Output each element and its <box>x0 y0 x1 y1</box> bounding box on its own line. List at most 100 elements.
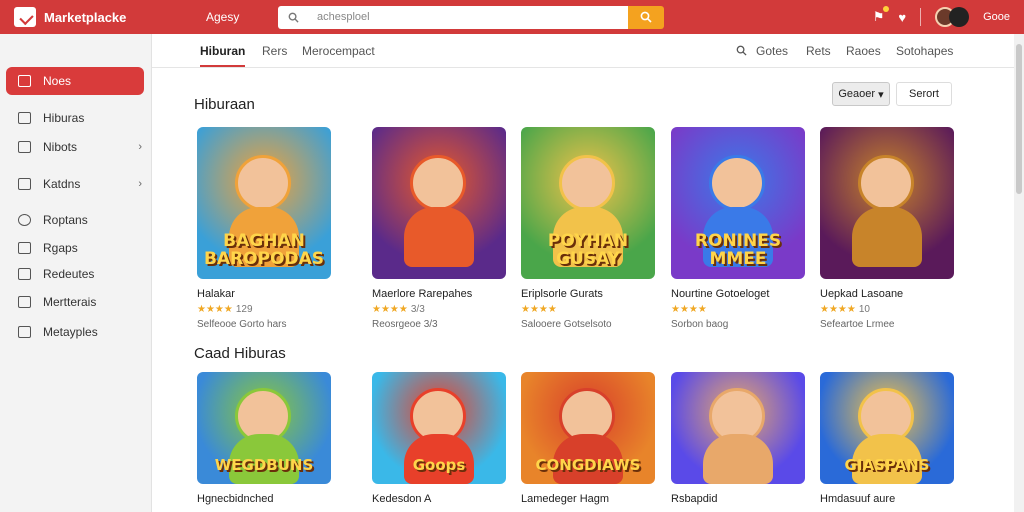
game-thumbnail[interactable] <box>372 127 506 279</box>
game-title[interactable]: Maerlore Rarepahes <box>372 288 506 300</box>
game-thumbnail[interactable]: BAGHAN BAROPODAS <box>197 127 331 279</box>
star-icons: ★★★★ <box>197 304 233 315</box>
game-title[interactable]: Halakar <box>197 288 331 300</box>
game-title[interactable]: Nourtine Gotoeloget <box>671 288 805 300</box>
game-thumbnail[interactable] <box>820 127 954 279</box>
game-thumbnail[interactable]: CONGDIAWS <box>521 372 655 484</box>
tab-rers[interactable]: Rers <box>262 44 287 58</box>
logo[interactable]: Marketplacke <box>14 7 184 27</box>
sidebar-item-active[interactable]: Noes <box>6 67 144 95</box>
character-illustration <box>559 155 615 211</box>
game-card[interactable]: POYHAN GUSAY Eriplsorle Gurats ★★★★ Salooer… <box>521 127 655 330</box>
heart-icon[interactable]: ♥ <box>898 10 906 25</box>
tab-gotes[interactable]: Gotes <box>756 44 788 58</box>
game-meta: Selfeooe Gorto hars <box>197 319 287 330</box>
home-icon <box>18 296 31 308</box>
sidebar-item[interactable]: Rgaps <box>18 241 142 255</box>
game-logo-text: POYHAN GUSAY <box>547 231 629 270</box>
game-title[interactable]: Hgnecbidnched <box>197 493 331 505</box>
game-title[interactable]: Eriplsorle Gurats <box>521 288 655 300</box>
game-logo-text: BAGHAN BAROPODAS <box>203 231 325 270</box>
sidebar-item[interactable]: Nibots › <box>18 140 142 154</box>
game-logo-text: Goops <box>412 456 466 475</box>
sidebar-item-label: Mertterais <box>43 295 97 309</box>
logo-text: Marketplacke <box>44 9 127 25</box>
sidebar-item-label: Metayples <box>43 325 98 339</box>
avatar-secondary[interactable] <box>949 7 970 27</box>
sidebar-item-label: Roptans <box>43 213 88 227</box>
agency-link[interactable]: Agesy <box>206 10 260 24</box>
game-card[interactable]: RONINES MMEE Nourtine Gotoeloget ★★★★ Sorbo… <box>671 127 805 330</box>
game-title[interactable]: Hmdasuuf aure <box>820 493 954 505</box>
game-card[interactable]: Maerlore Rarepahes ★★★★ 3/3 Reosrgeoe 3/3 <box>372 127 506 330</box>
game-title[interactable]: Kedesdon A <box>372 493 506 505</box>
sidebar-item[interactable]: Katdns › <box>18 177 142 191</box>
scrollbar[interactable] <box>1014 34 1024 512</box>
game-title[interactable]: Rsbapdid <box>671 493 805 505</box>
tab-rets[interactable]: Rets <box>806 44 831 58</box>
sidebar-item[interactable]: Roptans <box>18 213 142 227</box>
tab-sotohapes[interactable]: Sotohapes <box>896 44 953 58</box>
game-card[interactable]: WEGDBUNS Hgnecbidnched <box>197 372 331 505</box>
game-thumbnail[interactable]: RONINES MMEE <box>671 127 805 279</box>
game-logo-text: RONINES MMEE <box>694 231 782 270</box>
tab-raoes[interactable]: Raoes <box>846 44 881 58</box>
game-logo-text: WEGDBUNS <box>214 456 314 475</box>
sidebar-item[interactable]: Metayples <box>18 325 142 339</box>
search-button[interactable] <box>628 5 664 29</box>
section-title: Hiburaan <box>194 96 255 113</box>
game-thumbnail[interactable]: POYHAN GUSAY <box>521 127 655 279</box>
game-card[interactable]: Goops Kedesdon A <box>372 372 506 505</box>
sidebar-item[interactable]: Mertterais <box>18 295 142 309</box>
search-icon <box>288 12 299 23</box>
star-icons: ★★★★ <box>521 304 557 315</box>
tab-merocempact[interactable]: Merocempact <box>302 44 375 58</box>
rating-stars: ★★★★ 129 <box>197 304 331 315</box>
game-card[interactable]: Rsbapdid <box>671 372 805 505</box>
circle-icon <box>18 214 31 226</box>
game-meta: Sefeartoe Lrmee <box>820 319 895 330</box>
sort-label: Geaoer <box>838 88 876 100</box>
sidebar-item[interactable]: Redeutes <box>18 267 142 281</box>
game-thumbnail[interactable] <box>671 372 805 484</box>
rating-stars: ★★★★ <box>521 304 655 315</box>
user-name[interactable]: Gooe <box>983 11 1010 23</box>
search-placeholder: achesploel <box>317 11 370 23</box>
search-button-secondary[interactable]: Serort <box>896 82 952 106</box>
scrollbar-thumb[interactable] <box>1016 44 1022 194</box>
tab-hiburan[interactable]: Hiburan <box>200 44 246 67</box>
flag-icon[interactable]: ⚑ <box>873 6 890 25</box>
star-icons: ★★★★ <box>820 304 856 315</box>
section-title-2: Caad Hiburas <box>194 345 286 362</box>
character-illustration <box>410 155 466 211</box>
character-body <box>404 207 474 267</box>
sidebar-item-label: Noes <box>43 74 72 88</box>
rating-count: 3/3 <box>410 304 425 315</box>
game-thumbnail[interactable]: Goops <box>372 372 506 484</box>
game-card[interactable]: GIASPANS Hmdasuuf aure <box>820 372 954 505</box>
search-icon[interactable] <box>736 45 747 56</box>
rating-stars: ★★★★ 3/3 <box>372 304 506 315</box>
game-thumbnail[interactable]: GIASPANS <box>820 372 954 484</box>
game-card[interactable]: CONGDIAWS Lamedeger Hagm <box>521 372 655 505</box>
doc-icon <box>18 141 31 153</box>
rating-count: 129 <box>235 304 253 315</box>
game-title[interactable]: Uepkad Lasoane <box>820 288 954 300</box>
marketplace-logo-icon <box>14 7 36 27</box>
sidebar-item-label: Katdns <box>43 177 81 191</box>
chevron-down-icon: ▾ <box>878 88 884 101</box>
tag-icon <box>18 242 31 254</box>
sidebar-item-label: Rgaps <box>43 241 78 255</box>
game-title[interactable]: Lamedeger Hagm <box>521 493 655 505</box>
rating-stars: ★★★★ <box>671 304 805 315</box>
divider <box>920 8 922 26</box>
home-icon <box>18 178 31 190</box>
game-thumbnail[interactable]: WEGDBUNS <box>197 372 331 484</box>
sidebar-item[interactable]: Hiburas <box>18 111 142 125</box>
star-icons: ★★★★ <box>372 304 408 315</box>
sort-dropdown[interactable]: Geaoer ▾ <box>832 82 890 106</box>
search-input[interactable]: achesploel <box>278 5 628 29</box>
game-card[interactable]: Uepkad Lasoane ★★★★ 10 Sefeartoe Lrmee <box>820 127 954 330</box>
game-meta: Reosrgeoe 3/3 <box>372 319 438 330</box>
game-card[interactable]: BAGHAN BAROPODAS Halakar ★★★★ 129 Selfeooe G… <box>197 127 331 330</box>
